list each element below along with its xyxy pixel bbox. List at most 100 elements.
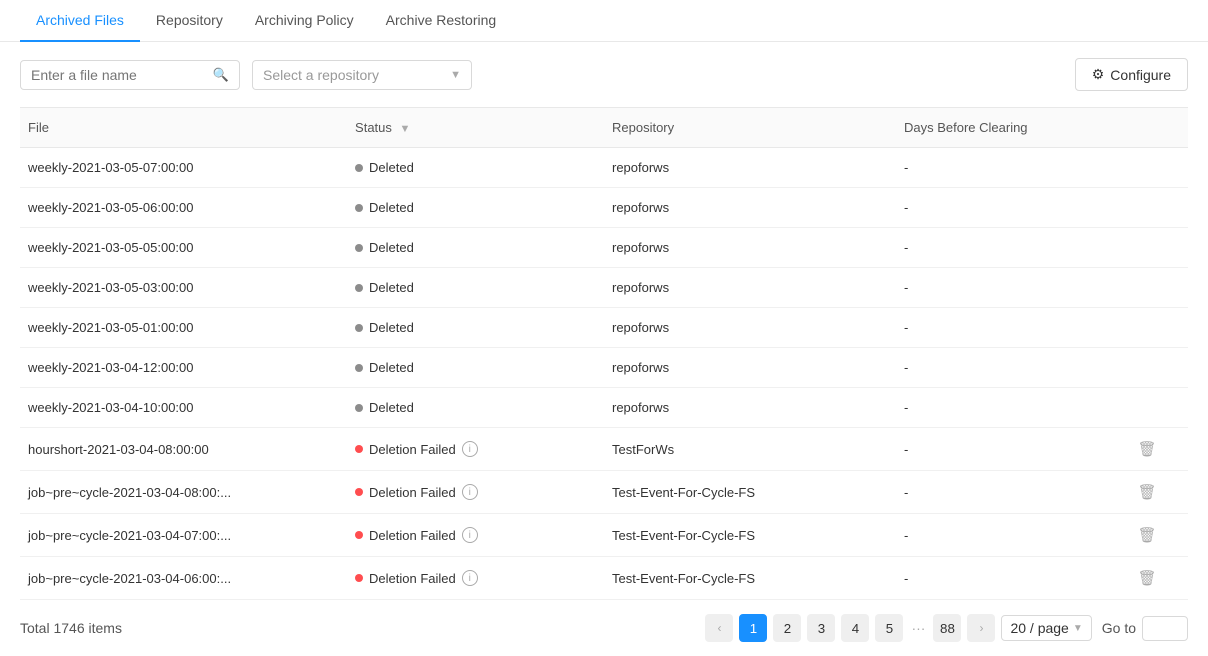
failed-dot-icon [355, 488, 363, 496]
prev-page-button[interactable]: ‹ [705, 614, 733, 642]
table-row: weekly-2021-03-05-01:00:00Deletedrepofor… [20, 308, 1188, 348]
table-row: job~pre~cycle-2021-03-04-08:00:...Deleti… [20, 471, 1188, 514]
cell-repository: Test-Event-For-Cycle-FS [604, 514, 896, 557]
tabs-bar: Archived Files Repository Archiving Poli… [0, 0, 1208, 42]
cell-status: Deleted [347, 148, 604, 188]
delete-icon[interactable]: 🗑 [1138, 527, 1157, 544]
tab-archive-restoring[interactable]: Archive Restoring [370, 0, 513, 42]
table-row: weekly-2021-03-04-10:00:00 Deleted repofor… [20, 388, 1188, 428]
cell-actions [1130, 388, 1188, 428]
cell-file: hourshort-2021-03-04-08:00:00 [20, 428, 347, 471]
status-text: Deletion Failed [369, 442, 456, 457]
cell-days: - [896, 428, 1130, 471]
cell-actions: 🗑 [1130, 428, 1188, 471]
delete-icon[interactable]: 🗑 [1138, 570, 1157, 587]
tab-repository[interactable]: Repository [140, 0, 239, 42]
filter-icon[interactable]: ▼ [400, 123, 411, 135]
delete-icon[interactable]: 🗑 [1138, 484, 1157, 501]
cell-status: Deleted [347, 268, 604, 308]
goto-label: Go to [1102, 620, 1136, 636]
failed-dot-icon [355, 574, 363, 582]
configure-label: Configure [1110, 67, 1171, 83]
status-col-label: Status [355, 120, 392, 135]
deleted-dot-icon [355, 364, 363, 372]
cell-days: - [896, 148, 1130, 188]
status-text: Deleted [369, 360, 414, 375]
repo-select-label: Select a repository [263, 67, 379, 83]
per-page-label: 20 / page [1010, 620, 1068, 636]
page-button-2[interactable]: 2 [773, 614, 801, 642]
deleted-dot-icon [355, 404, 363, 412]
page-button-5[interactable]: 5 [875, 614, 903, 642]
status-text: Deletion Failed [369, 571, 456, 586]
status-text: Deleted [369, 400, 414, 415]
cell-days: - [896, 514, 1130, 557]
status-text: Deleted [369, 320, 414, 335]
info-icon[interactable]: i [462, 570, 478, 586]
tab-archiving-policy[interactable]: Archiving Policy [239, 0, 370, 42]
cell-file: job~pre~cycle-2021-03-04-07:00:... [20, 514, 347, 557]
search-icon: 🔍 [213, 67, 229, 83]
cell-days: - [896, 388, 1130, 428]
cell-repository: repoforws [604, 188, 896, 228]
failed-dot-icon [355, 445, 363, 453]
cell-days: - [896, 228, 1130, 268]
tab-archived-files[interactable]: Archived Files [20, 0, 140, 42]
table-row: weekly-2021-03-04-12:00:00Deletedrepofor… [20, 348, 1188, 388]
delete-icon[interactable]: 🗑 [1138, 441, 1157, 458]
cell-repository: repoforws [604, 308, 896, 348]
cell-actions [1130, 228, 1188, 268]
cell-repository: Test-Event-For-Cycle-FS [604, 471, 896, 514]
cell-status: Deletion Failed i [347, 557, 604, 600]
cell-status: Deleted [347, 348, 604, 388]
deleted-dot-icon [355, 204, 363, 212]
configure-button[interactable]: ⚙ Configure [1075, 58, 1188, 91]
col-status: Status ▼ [347, 108, 604, 148]
cell-actions [1130, 308, 1188, 348]
table-row: weekly-2021-03-05-03:00:00Deletedrepofor… [20, 268, 1188, 308]
search-input[interactable] [31, 67, 209, 83]
next-page-button[interactable]: › [967, 614, 995, 642]
col-file: File [20, 108, 347, 148]
info-icon[interactable]: i [462, 441, 478, 457]
archived-files-table: File Status ▼ Repository Days Before Cle… [20, 107, 1188, 600]
repo-select-dropdown[interactable]: Select a repository ▼ [252, 60, 472, 90]
cell-actions [1130, 348, 1188, 388]
cell-actions: 🗑 [1130, 557, 1188, 600]
search-input-wrap[interactable]: 🔍 [20, 60, 240, 90]
info-icon[interactable]: i [462, 527, 478, 543]
cell-actions: 🗑 [1130, 471, 1188, 514]
deleted-dot-icon [355, 164, 363, 172]
per-page-select[interactable]: 20 / page ▼ [1001, 615, 1091, 641]
info-icon[interactable]: i [462, 484, 478, 500]
page-button-4[interactable]: 4 [841, 614, 869, 642]
col-actions [1130, 108, 1188, 148]
gear-icon: ⚙ [1092, 66, 1105, 83]
cell-file: weekly-2021-03-04-10:00:00 [20, 388, 347, 428]
cell-days: - [896, 557, 1130, 600]
deleted-dot-icon [355, 244, 363, 252]
cell-days: - [896, 348, 1130, 388]
cell-repository: repoforws [604, 388, 896, 428]
cell-status: Deletion Failed i [347, 514, 604, 557]
goto-input[interactable] [1142, 616, 1188, 641]
page-button-1[interactable]: 1 [739, 614, 767, 642]
page-button-last[interactable]: 88 [933, 614, 961, 642]
status-text: Deleted [369, 200, 414, 215]
table-row: hourshort-2021-03-04-08:00:00 Deletion Fa… [20, 428, 1188, 471]
per-page-chevron-icon: ▼ [1073, 623, 1083, 634]
cell-file: weekly-2021-03-04-12:00:00 [20, 348, 347, 388]
cell-repository: repoforws [604, 268, 896, 308]
page-button-3[interactable]: 3 [807, 614, 835, 642]
status-text: Deletion Failed [369, 528, 456, 543]
cell-actions: 🗑 [1130, 514, 1188, 557]
cell-file: job~pre~cycle-2021-03-04-08:00:... [20, 471, 347, 514]
cell-days: - [896, 188, 1130, 228]
cell-status: Deleted [347, 228, 604, 268]
cell-repository: Test-Event-For-Cycle-FS [604, 557, 896, 600]
failed-dot-icon [355, 531, 363, 539]
table-row: weekly-2021-03-05-06:00:00Deletedrepofor… [20, 188, 1188, 228]
cell-file: weekly-2021-03-05-05:00:00 [20, 228, 347, 268]
deleted-dot-icon [355, 284, 363, 292]
toolbar: 🔍 Select a repository ▼ ⚙ Configure [0, 42, 1208, 107]
